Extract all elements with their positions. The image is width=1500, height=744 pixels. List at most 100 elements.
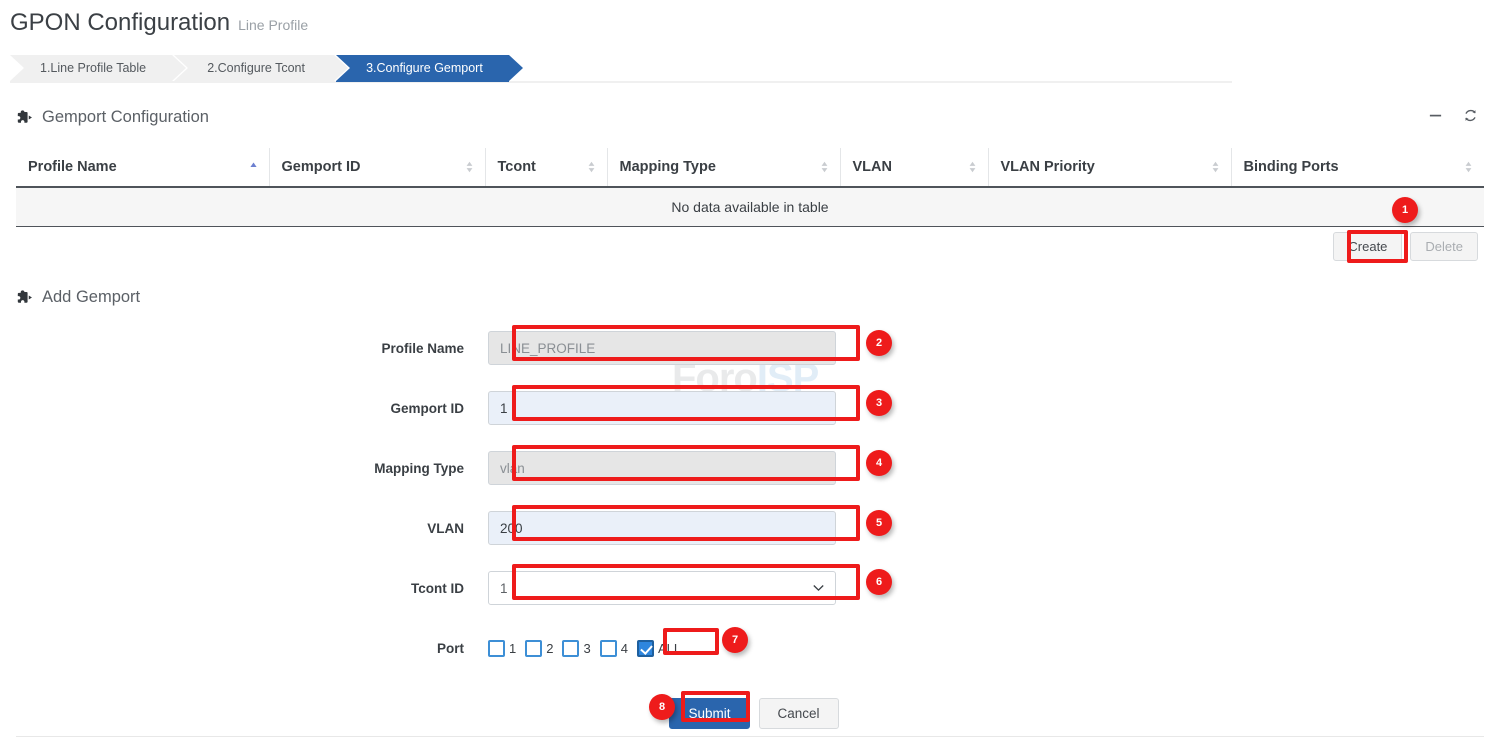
field-profile-name (488, 331, 836, 365)
add-gemport-heading-label: Add Gemport (42, 288, 140, 307)
form-row-mapping-type: Mapping Type (0, 438, 1500, 498)
puzzle-piece-icon (16, 289, 33, 306)
gemport-table-header: Profile Name Gemport ID Tcont (16, 148, 1484, 187)
port-checkbox-item-all: ALL (637, 640, 681, 657)
tcont-id-select[interactable]: 1 (488, 571, 836, 605)
annotation-badge-4: 4 (866, 450, 892, 476)
table-empty-message: No data available in table (16, 187, 1484, 227)
column-header-vlan[interactable]: VLAN (840, 148, 988, 187)
label-profile-name: Profile Name (0, 341, 488, 356)
gemport-table-body: No data available in table (16, 187, 1484, 227)
puzzle-piece-icon (16, 109, 33, 126)
column-header-mapping-type-label: Mapping Type (620, 159, 716, 175)
annotation-badge-6: 6 (866, 569, 892, 595)
port-checkbox-4[interactable] (600, 640, 617, 657)
gemport-table-wrapper: Profile Name Gemport ID Tcont (16, 148, 1484, 227)
sort-both-icon[interactable] (820, 160, 829, 174)
delete-button[interactable]: Delete (1410, 232, 1478, 261)
wizard-step-1[interactable]: 1.Line Profile Table (10, 55, 172, 82)
label-port: Port (0, 641, 488, 656)
gemport-id-input[interactable] (488, 391, 836, 425)
port-checkbox-label-all: ALL (658, 641, 681, 656)
field-gemport-id (488, 391, 836, 425)
form-row-profile-name: Profile Name (0, 318, 1500, 378)
wizard-step-2[interactable]: 2.Configure Tcont (174, 55, 334, 82)
page-title: GPON Configuration Line Profile (10, 9, 308, 37)
table-empty-row: No data available in table (16, 187, 1484, 227)
port-checkbox-label-4: 4 (621, 641, 628, 656)
table-action-buttons: Create Delete (1333, 232, 1478, 261)
wizard-step-3[interactable]: 3.Configure Gemport (336, 55, 509, 82)
profile-name-input[interactable] (488, 331, 836, 365)
form-row-vlan: VLAN (0, 498, 1500, 558)
column-header-binding-ports[interactable]: Binding Ports (1231, 148, 1484, 187)
label-vlan: VLAN (0, 521, 488, 536)
mapping-type-input[interactable] (488, 451, 836, 485)
field-tcont-id: 1 (488, 571, 836, 605)
sort-both-icon[interactable] (968, 160, 977, 174)
port-checkbox-item-3: 3 (562, 640, 590, 657)
column-header-tcont[interactable]: Tcont (485, 148, 607, 187)
gemport-table: Profile Name Gemport ID Tcont (16, 148, 1484, 227)
port-checkbox-label-3: 3 (583, 641, 590, 656)
annotation-badge-3: 3 (866, 390, 892, 416)
port-checkbox-group: 1 2 3 4 ALL (488, 640, 681, 657)
footer-divider (16, 736, 1484, 737)
sort-asc-icon[interactable] (249, 160, 258, 174)
create-button[interactable]: Create (1333, 232, 1402, 261)
port-checkbox-all[interactable] (637, 640, 654, 657)
port-checkbox-item-1: 1 (488, 640, 516, 657)
sort-both-icon[interactable] (1211, 160, 1220, 174)
field-port: 1 2 3 4 ALL (488, 640, 681, 657)
field-vlan (488, 511, 836, 545)
form-row-port: Port 1 2 3 (0, 618, 1500, 678)
annotation-badge-1: 1 (1392, 197, 1418, 223)
port-checkbox-label-1: 1 (509, 641, 516, 656)
annotation-badge-8: 8 (649, 694, 675, 720)
column-header-profile-name-label: Profile Name (28, 159, 117, 175)
minus-icon[interactable] (1428, 108, 1443, 123)
column-header-vlan-label: VLAN (853, 159, 892, 175)
gemport-configuration-heading-label: Gemport Configuration (42, 108, 209, 127)
port-checkbox-3[interactable] (562, 640, 579, 657)
page-title-subtitle: Line Profile (238, 17, 308, 33)
form-row-tcont-id: Tcont ID 1 (0, 558, 1500, 618)
label-gemport-id: Gemport ID (0, 401, 488, 416)
wizard-steps: 1.Line Profile Table 2.Configure Tcont 3… (10, 55, 511, 82)
form-buttons: Submit Cancel (0, 698, 1500, 729)
panel-tools (1428, 108, 1478, 123)
column-header-tcont-label: Tcont (498, 159, 536, 175)
add-gemport-form: Profile Name Gemport ID Mapping Type VLA… (0, 318, 1500, 729)
vlan-input[interactable] (488, 511, 836, 545)
page-title-main: GPON Configuration (10, 9, 230, 36)
cancel-button[interactable]: Cancel (759, 698, 839, 729)
add-gemport-heading: Add Gemport (16, 288, 140, 307)
annotation-badge-2: 2 (866, 330, 892, 356)
column-header-vlan-priority-label: VLAN Priority (1001, 159, 1095, 175)
port-checkbox-item-2: 2 (525, 640, 553, 657)
refresh-icon[interactable] (1463, 108, 1478, 123)
column-header-gemport-id-label: Gemport ID (282, 159, 361, 175)
sort-both-icon[interactable] (465, 160, 474, 174)
port-checkbox-item-4: 4 (600, 640, 628, 657)
column-header-profile-name[interactable]: Profile Name (16, 148, 269, 187)
gemport-table-header-row: Profile Name Gemport ID Tcont (16, 148, 1484, 187)
annotation-badge-5: 5 (866, 510, 892, 536)
column-header-binding-ports-label: Binding Ports (1244, 159, 1339, 175)
column-header-gemport-id[interactable]: Gemport ID (269, 148, 485, 187)
label-tcont-id: Tcont ID (0, 581, 488, 596)
gpon-configuration-page: ForoISP GPON ConfigurationLine Profile 1… (0, 0, 1500, 744)
sort-both-icon[interactable] (1464, 160, 1473, 174)
column-header-mapping-type[interactable]: Mapping Type (607, 148, 840, 187)
field-mapping-type (488, 451, 836, 485)
port-checkbox-1[interactable] (488, 640, 505, 657)
port-checkbox-2[interactable] (525, 640, 542, 657)
submit-button[interactable]: Submit (669, 698, 749, 729)
port-checkbox-label-2: 2 (546, 641, 553, 656)
label-mapping-type: Mapping Type (0, 461, 488, 476)
form-row-gemport-id: Gemport ID (0, 378, 1500, 438)
annotation-badge-7: 7 (722, 627, 748, 653)
sort-both-icon[interactable] (587, 160, 596, 174)
column-header-vlan-priority[interactable]: VLAN Priority (988, 148, 1231, 187)
gemport-configuration-heading: Gemport Configuration (16, 108, 209, 127)
